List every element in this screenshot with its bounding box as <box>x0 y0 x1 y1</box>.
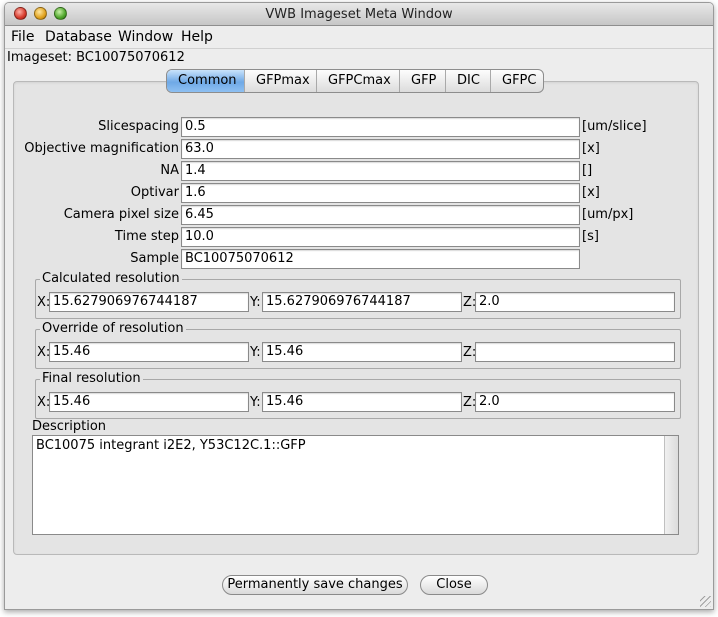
field-label-time-step: Time step <box>114 229 179 244</box>
unit-camera-pixel-size: [um/px] <box>582 207 634 222</box>
override-y-label: Y: <box>250 345 261 360</box>
override-resolution-title: Override of resolution <box>40 321 186 336</box>
field-label-camera-pixel-size: Camera pixel size <box>63 207 179 222</box>
field-label-optivar: Optivar <box>130 185 179 200</box>
description-label: Description <box>32 419 107 434</box>
close-button[interactable]: Close <box>420 575 488 595</box>
tab-common[interactable]: Common <box>167 70 245 92</box>
final-z-field[interactable]: 2.0 <box>475 392 675 412</box>
unit-optivar: [x] <box>582 185 600 200</box>
final-resolution-title: Final resolution <box>40 371 143 386</box>
final-y-field[interactable]: 15.46 <box>262 392 462 412</box>
field-label-slicespacing: Slicespacing <box>98 119 179 134</box>
window-title: VWB Imageset Meta Window <box>265 7 453 22</box>
override-y-field[interactable]: 15.46 <box>262 342 462 362</box>
objective-magnification-field[interactable]: 63.0 <box>181 139 580 159</box>
description-textarea[interactable]: BC10075 integrant i2E2, Y53C12C.1::GFP <box>32 435 679 535</box>
tab-dic[interactable]: DIC <box>446 70 491 92</box>
calculated-y-field[interactable]: 15.627906976744187 <box>262 292 462 312</box>
unit-na: [] <box>582 163 593 178</box>
save-changes-button[interactable]: Permanently save changes <box>222 575 408 595</box>
sample-field[interactable]: BC10075070612 <box>181 249 580 269</box>
calculated-resolution-title: Calculated resolution <box>40 271 182 286</box>
calculated-z-field[interactable]: 2.0 <box>475 292 675 312</box>
calculated-x-field[interactable]: 15.627906976744187 <box>49 292 249 312</box>
na-field[interactable]: 1.4 <box>181 161 580 181</box>
override-z-field[interactable] <box>475 342 675 362</box>
description-text: BC10075 integrant i2E2, Y53C12C.1::GFP <box>36 438 306 453</box>
override-x-field[interactable]: 15.46 <box>49 342 249 362</box>
menu-bar: File Database Window Help <box>5 26 713 49</box>
camera-pixel-size-field[interactable]: 6.45 <box>181 205 580 225</box>
field-label-objective-magnification: Objective magnification <box>24 141 179 156</box>
unit-time-step: [s] <box>582 229 599 244</box>
time-step-field[interactable]: 10.0 <box>181 227 580 247</box>
field-label-sample: Sample <box>130 251 179 266</box>
tab-bar: Common GFPmax GFPCmax GFP DIC GFPC <box>166 69 544 93</box>
resize-grip-icon[interactable] <box>700 596 711 607</box>
title-bar[interactable]: VWB Imageset Meta Window <box>5 3 713 26</box>
calculated-y-label: Y: <box>250 295 261 310</box>
field-label-na: NA <box>160 163 179 178</box>
unit-slicespacing: [um/slice] <box>582 119 647 134</box>
tab-gfpcmax[interactable]: GFPCmax <box>317 70 400 92</box>
description-scrollbar[interactable] <box>664 436 678 534</box>
unit-objective-magnification: [x] <box>582 141 600 156</box>
slicespacing-field[interactable]: 0.5 <box>181 117 580 137</box>
menu-database[interactable]: Database <box>45 29 112 45</box>
imageset-label: Imageset: BC10075070612 <box>7 50 185 65</box>
tab-gfpmax[interactable]: GFPmax <box>245 70 317 92</box>
meta-window: VWB Imageset Meta Window File Database W… <box>4 2 714 610</box>
optivar-field[interactable]: 1.6 <box>181 183 580 203</box>
menu-file[interactable]: File <box>11 29 34 45</box>
tab-gfpc[interactable]: GFPC <box>491 70 543 92</box>
menu-window[interactable]: Window <box>118 29 173 45</box>
tab-gfp[interactable]: GFP <box>400 70 446 92</box>
menu-help[interactable]: Help <box>181 29 213 45</box>
final-y-label: Y: <box>250 395 261 410</box>
final-x-field[interactable]: 15.46 <box>49 392 249 412</box>
